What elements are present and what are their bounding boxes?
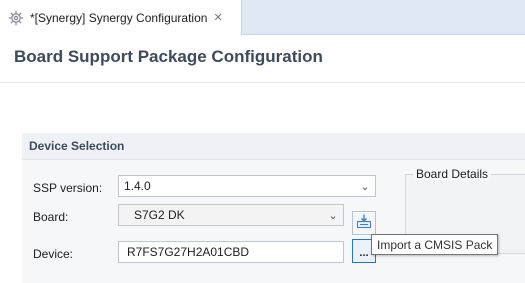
tab-synergy-configuration[interactable]: *[Synergy] Synergy Configuration ✕ [0,0,242,35]
gear-icon [8,10,24,26]
section-header[interactable]: Device Selection [22,133,525,160]
ssp-version-dropdown[interactable]: 1.4.0 ⌄ [118,175,376,197]
board-dropdown[interactable]: S7G2 DK ⌄ [118,204,344,226]
chevron-down-icon: ⌄ [328,209,338,222]
chevron-down-icon: ⌄ [360,180,370,193]
board-details-title: Board Details [413,167,492,181]
board-value: S7G2 DK [134,208,185,222]
section-title: Device Selection [29,139,125,153]
synergy-configuration-editor: *[Synergy] Synergy Configuration ✕ Board… [0,0,525,283]
ssp-version-value: 1.4.0 [124,179,151,193]
import-pack-icon [356,213,372,234]
device-field[interactable]: R7FS7G27H2A01CBD [118,241,344,263]
tab-title: *[Synergy] Synergy Configuration [30,10,208,25]
header-divider [0,82,525,83]
page-title: Board Support Package Configuration [14,47,323,66]
editor-tab-strip: *[Synergy] Synergy Configuration ✕ [0,0,525,35]
import-cmsis-pack-button[interactable] [352,211,376,235]
close-icon[interactable]: ✕ [213,11,222,24]
ssp-version-label: SSP version: [33,181,103,195]
import-cmsis-pack-tooltip: Import a CMSIS Pack [371,234,499,255]
board-label: Board: [33,210,69,224]
device-label: Device: [33,247,74,261]
